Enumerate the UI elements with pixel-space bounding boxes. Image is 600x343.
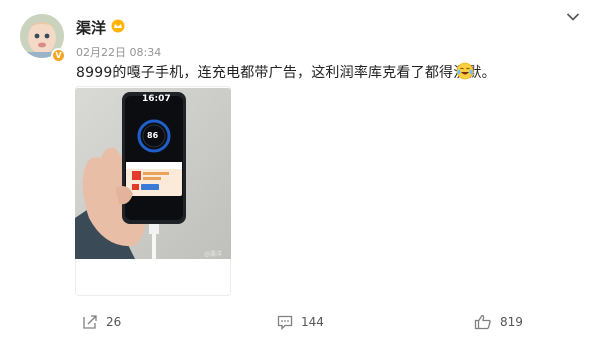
comment-icon bbox=[277, 315, 293, 330]
crown-icon bbox=[111, 19, 125, 33]
post-text: 8999的嘎子手机，连充电都带广告，这利润率库克看了都得沉默。 bbox=[76, 65, 496, 81]
laughing-tears-emoji-icon bbox=[456, 62, 474, 80]
comment-button[interactable]: 144 bbox=[277, 314, 324, 330]
post-timestamp[interactable]: 02月22日 08:34 bbox=[76, 44, 161, 60]
thumbs-up-icon bbox=[474, 314, 491, 330]
like-button[interactable]: 819 bbox=[474, 314, 523, 330]
share-button[interactable]: 26 bbox=[82, 314, 121, 330]
weibo-post-card: V 渠洋 02月22日 08:34 8999的嘎子手机，连充电都带广告，这利润率… bbox=[0, 0, 600, 343]
verified-badge: V bbox=[51, 48, 66, 63]
share-icon bbox=[83, 315, 97, 329]
chevron-down-icon[interactable] bbox=[566, 12, 580, 22]
post-photo[interactable] bbox=[75, 88, 231, 259]
comment-count: 144 bbox=[301, 315, 324, 329]
like-count: 819 bbox=[500, 315, 523, 329]
share-count: 26 bbox=[106, 315, 122, 329]
photo-watermark: @渠洋 bbox=[204, 251, 223, 258]
author-name[interactable]: 渠洋 bbox=[76, 17, 106, 38]
phone-time-text: 16:07 bbox=[142, 94, 171, 104]
battery-level-text: 86 bbox=[147, 131, 159, 140]
